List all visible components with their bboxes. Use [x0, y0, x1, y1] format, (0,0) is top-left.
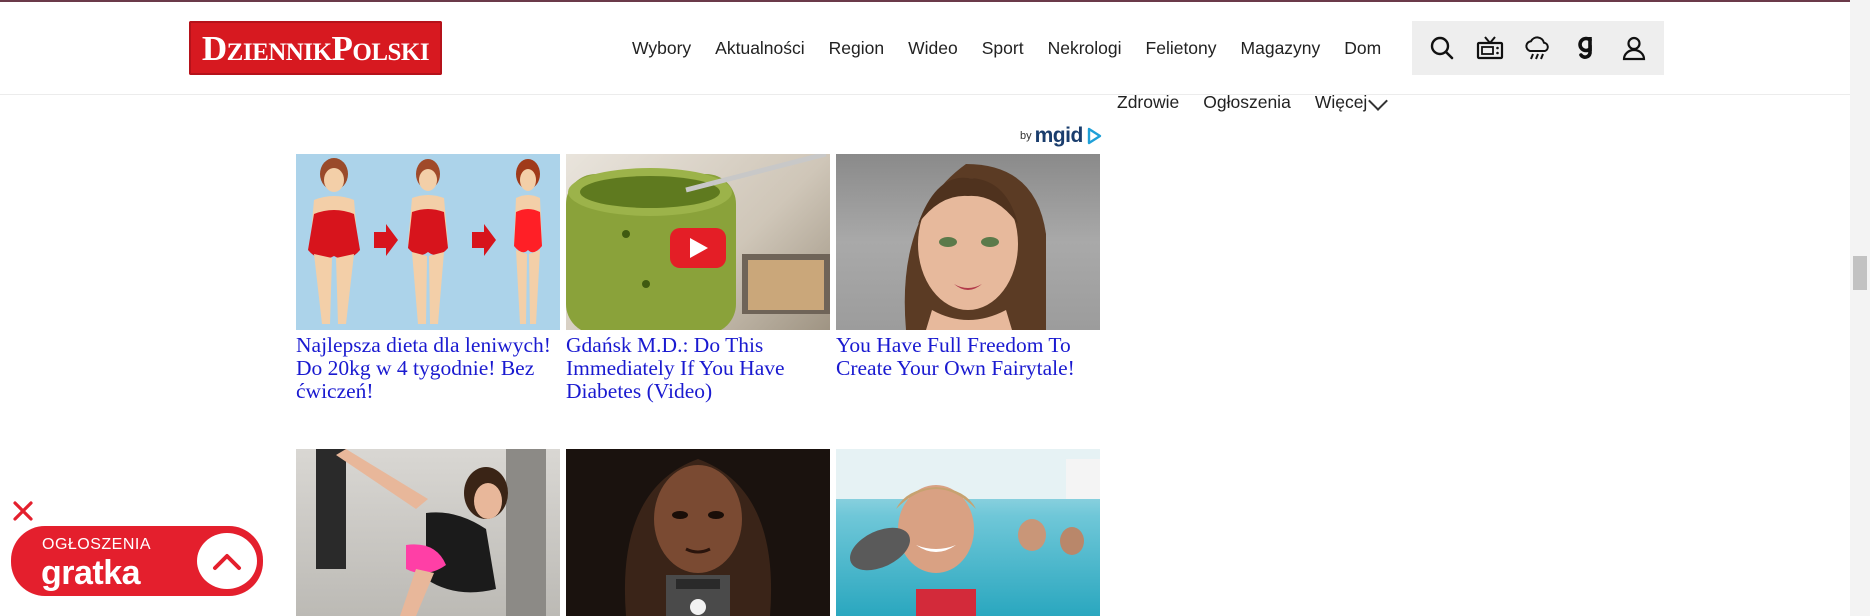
mgid-attribution[interactable]: by mgid: [1020, 124, 1102, 148]
gazeta-icon[interactable]: [1568, 30, 1604, 66]
ad-title[interactable]: Najlepsza dieta dla leniwych! Do 20kg w …: [296, 334, 560, 403]
scroll-up-button[interactable]: [197, 533, 257, 589]
ad-image-woman-portrait[interactable]: [836, 154, 1100, 330]
ad-card[interactable]: Gdańsk M.D.: Do This Immediately If You …: [566, 154, 830, 403]
header-icon-bar: [1412, 21, 1664, 75]
nav-item-dom[interactable]: Dom: [1332, 32, 1393, 62]
ad-card[interactable]: [296, 449, 560, 616]
close-icon[interactable]: [9, 497, 37, 525]
secondary-nav: Zdrowie Ogłoszenia Więcej: [1105, 85, 1405, 119]
tv-icon[interactable]: [1472, 30, 1508, 66]
ad-card[interactable]: [566, 449, 830, 616]
nav-item-wideo[interactable]: Wideo: [896, 32, 970, 62]
site-logo[interactable]: DziennikPolski: [189, 21, 442, 75]
ad-card[interactable]: [836, 449, 1100, 616]
nav-item-sport[interactable]: Sport: [970, 32, 1036, 62]
mgid-logo: mgid: [1034, 124, 1084, 147]
chevron-down-icon: [1368, 90, 1389, 111]
nav-item-ogloszenia[interactable]: Ogłoszenia: [1191, 88, 1303, 117]
scrollbar-thumb[interactable]: [1853, 256, 1867, 290]
nav-item-zdrowie[interactable]: Zdrowie: [1105, 88, 1191, 117]
search-icon[interactable]: [1424, 30, 1460, 66]
ad-image-game-character[interactable]: [566, 449, 830, 616]
gratka-logo: gratka: [41, 554, 141, 592]
nav-item-nekrologi[interactable]: Nekrologi: [1036, 32, 1134, 62]
mgid-by-label: by: [1020, 130, 1032, 142]
ad-card[interactable]: You Have Full Freedom To Create Your Own…: [836, 154, 1100, 380]
gratka-label: OGŁOSZENIA: [42, 536, 152, 553]
user-icon[interactable]: [1616, 30, 1652, 66]
ad-image-pesto-video[interactable]: [566, 154, 830, 330]
main-nav: Wybory Aktualności Region Wideo Sport Ne…: [620, 32, 1393, 62]
ad-card[interactable]: Najlepsza dieta dla leniwych! Do 20kg w …: [296, 154, 560, 403]
nav-item-wiecej-label: Więcej: [1314, 91, 1368, 112]
nav-item-felietony[interactable]: Felietony: [1134, 32, 1229, 62]
logo-text: DziennikPolski: [201, 28, 430, 68]
ad-image-kickboxing[interactable]: [296, 449, 560, 616]
ad-image-swim-seal[interactable]: [836, 449, 1100, 616]
ad-title[interactable]: You Have Full Freedom To Create Your Own…: [836, 334, 1100, 380]
nav-item-wiecej[interactable]: Więcej: [1303, 88, 1406, 117]
nav-item-region[interactable]: Region: [817, 32, 896, 62]
weather-icon[interactable]: [1520, 30, 1556, 66]
chevron-up-icon: [213, 554, 241, 570]
nav-item-aktualnosci[interactable]: Aktualności: [703, 32, 817, 62]
adchoices-icon[interactable]: [1086, 127, 1102, 145]
nav-item-magazyny[interactable]: Magazyny: [1229, 32, 1333, 62]
ad-image-diet[interactable]: [296, 154, 560, 330]
site-header: DziennikPolski Wybory Aktualności Region…: [0, 2, 1850, 112]
nav-item-wybory[interactable]: Wybory: [620, 32, 703, 62]
ad-title[interactable]: Gdańsk M.D.: Do This Immediately If You …: [566, 334, 830, 403]
scrollbar-track[interactable]: [1850, 0, 1870, 616]
gratka-widget[interactable]: OGŁOSZENIA gratka: [11, 526, 263, 596]
